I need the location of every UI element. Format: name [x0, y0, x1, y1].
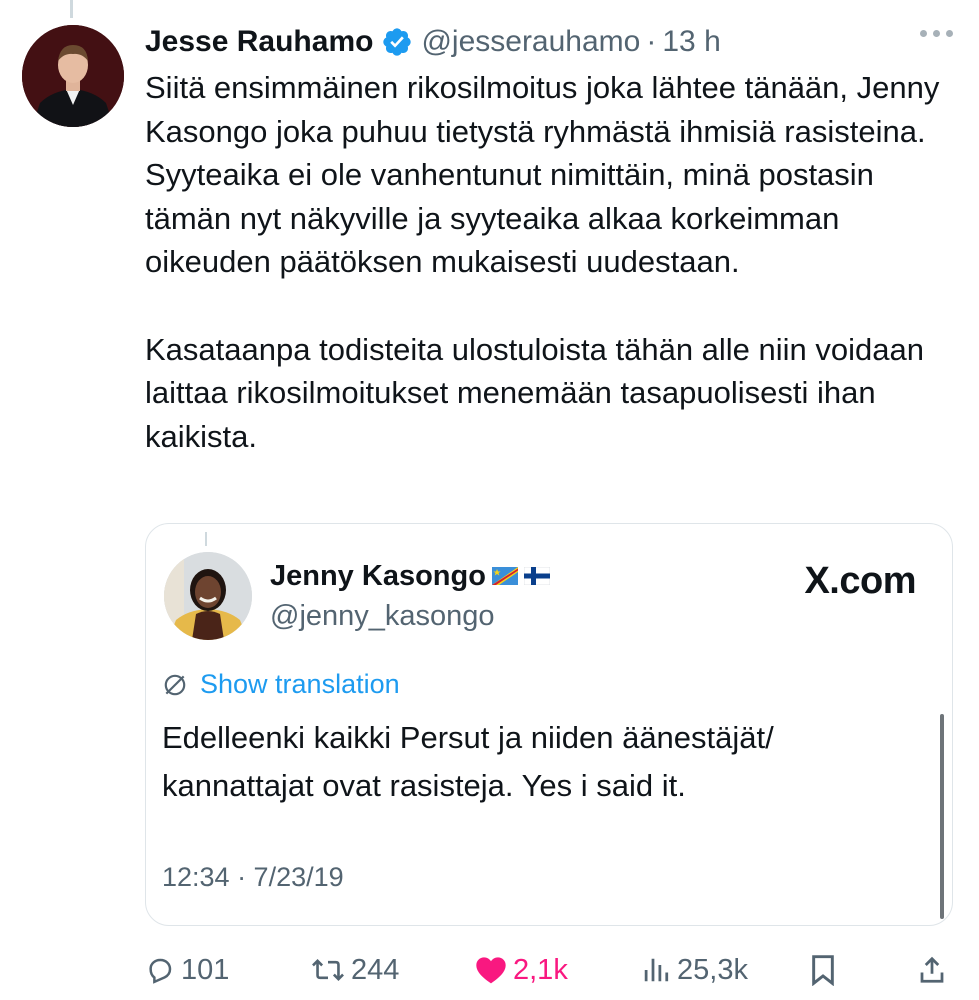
post-header: Jesse Rauhamo @jesserauhamo · 13 h	[145, 22, 721, 62]
verified-badge-icon[interactable]	[381, 26, 413, 58]
quoted-author-avatar[interactable]	[164, 552, 252, 640]
site-label: X.com	[804, 560, 916, 602]
finland-flag-icon	[523, 560, 551, 593]
quote-thread-tick	[205, 532, 207, 546]
like-button[interactable]: 2,1k	[475, 950, 568, 990]
show-translation-link[interactable]: Show translation	[162, 669, 400, 700]
thread-line	[70, 0, 73, 18]
author-avatar[interactable]	[22, 25, 124, 127]
post-paragraph-1: Siitä ensimmäinen rikosilmoitus joka läh…	[145, 70, 940, 280]
repost-button[interactable]: 244	[311, 950, 399, 990]
drc-flag-icon	[491, 560, 518, 593]
quoted-name-row: Jenny Kasongo	[270, 560, 551, 593]
show-translation-label[interactable]: Show translation	[200, 669, 400, 700]
post-page: Jesse Rauhamo @jesserauhamo · 13 h Siitä…	[0, 0, 979, 1000]
post-time[interactable]: 13 h	[662, 25, 720, 59]
reply-icon	[149, 958, 172, 984]
like-count: 2,1k	[513, 953, 568, 986]
post-paragraph-2: Kasataanpa todisteita ulostuloista tähän…	[145, 331, 924, 454]
bookmark-button[interactable]	[809, 950, 837, 990]
reply-button[interactable]: 101	[145, 950, 229, 990]
translate-icon	[164, 674, 186, 695]
post-text: Siitä ensimmäinen rikosilmoitus joka läh…	[145, 66, 945, 458]
quoted-author-handle[interactable]: @jenny_kasongo	[270, 600, 495, 633]
share-button[interactable]	[917, 950, 947, 990]
action-bar: 101 244 2,1k 25,3k	[145, 950, 953, 990]
quoted-text-line-1: Edelleenki kaikki Persut ja niiden äänes…	[162, 720, 774, 755]
author-name[interactable]: Jesse Rauhamo	[145, 25, 373, 59]
quoted-author-name[interactable]: Jenny Kasongo	[270, 560, 486, 593]
quoted-scrollbar[interactable]	[940, 714, 944, 919]
views-button[interactable]: 25,3k	[641, 950, 748, 990]
quoted-text-line-2: kannattajat ovat rasisteja. Yes i said i…	[162, 768, 686, 803]
more-icon[interactable]	[920, 30, 953, 37]
header-separator: ·	[646, 25, 657, 58]
reply-count: 101	[181, 953, 230, 986]
quoted-avatar-image	[164, 552, 252, 640]
repost-icon	[312, 958, 344, 982]
quoted-post-text: Edelleenki kaikki Persut ja niiden äänes…	[162, 714, 902, 810]
share-icon	[920, 956, 944, 983]
views-count: 25,3k	[677, 953, 748, 986]
quoted-timestamp: 12:34 · 7/23/19	[162, 862, 344, 892]
author-handle[interactable]: @jesserauhamo	[421, 25, 640, 59]
views-icon	[644, 958, 669, 982]
repost-count: 244	[351, 953, 400, 986]
quoted-post-card[interactable]: Jenny Kasongo @jenny_kasongo X.com Show …	[145, 523, 953, 926]
author-avatar-image	[22, 25, 124, 127]
bookmark-icon	[812, 955, 834, 986]
heart-icon	[476, 957, 506, 984]
